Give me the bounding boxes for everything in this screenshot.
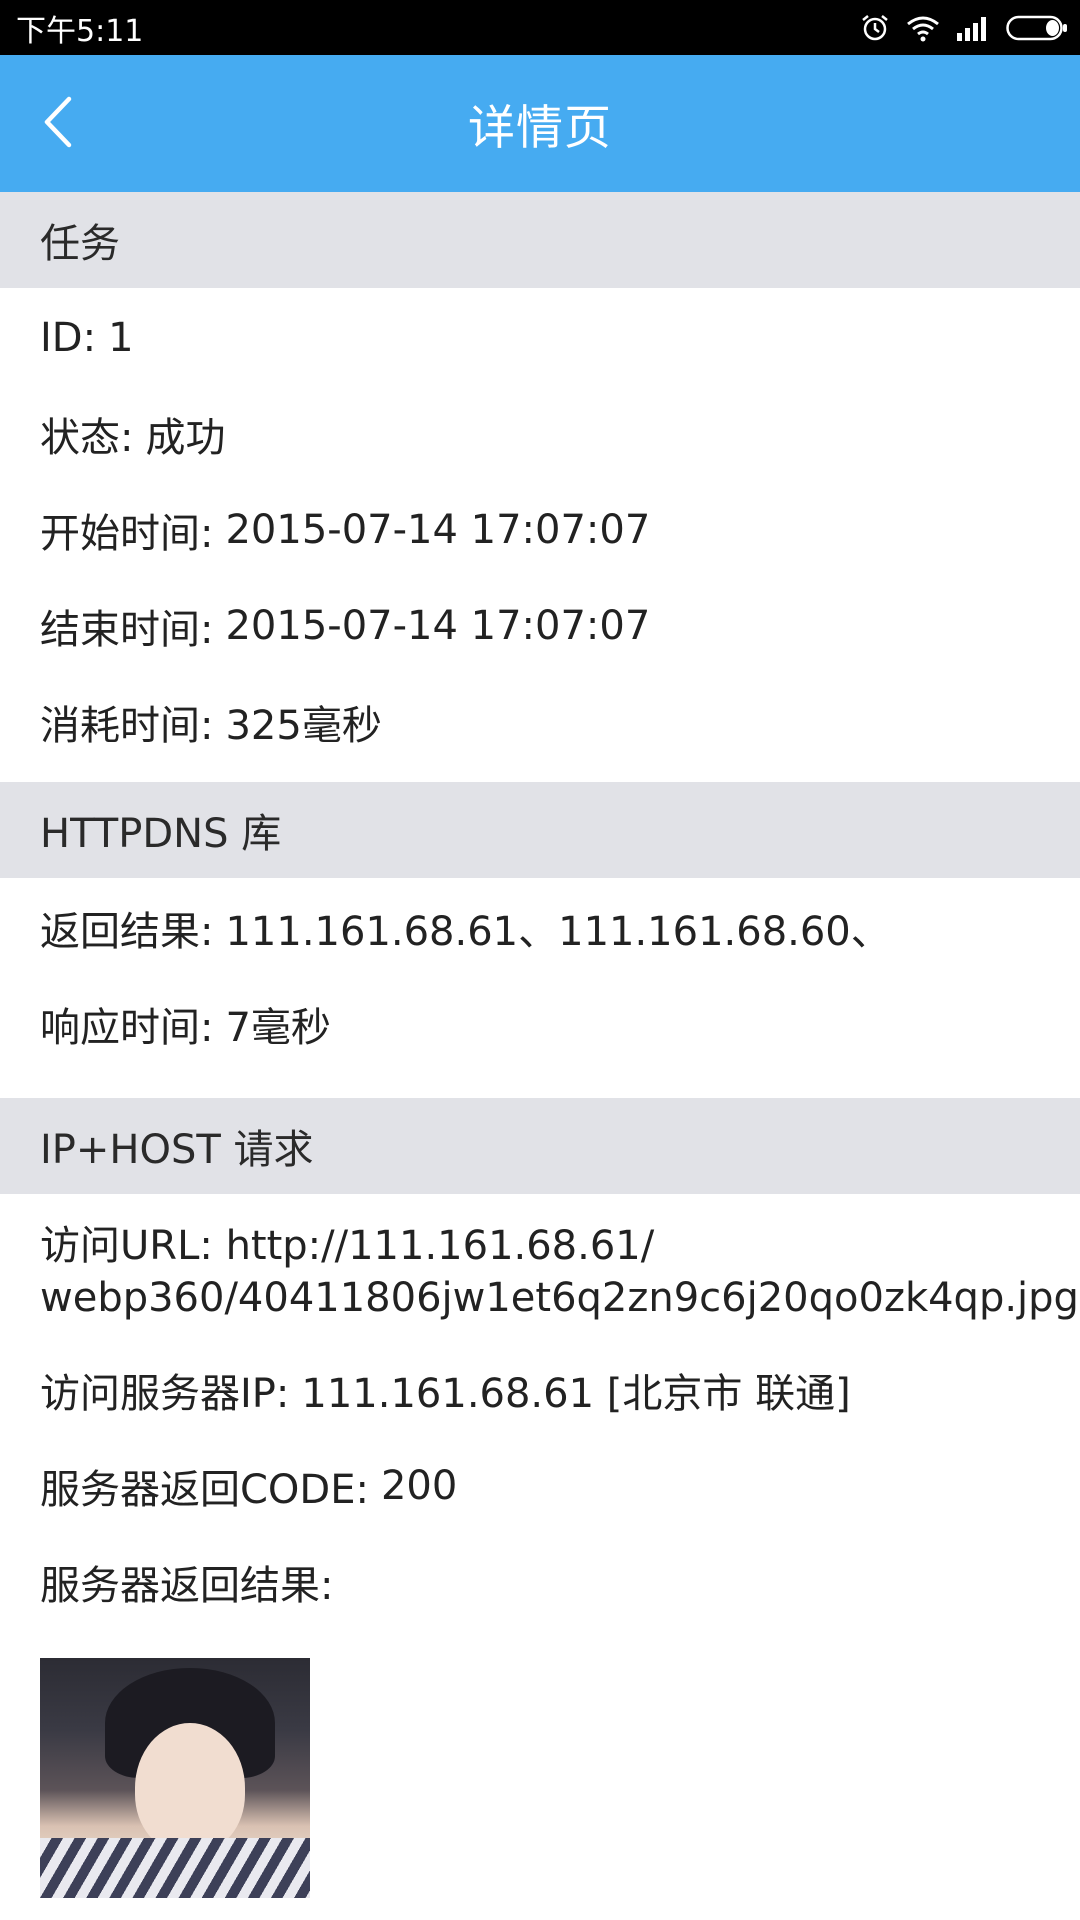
wifi-icon (906, 14, 940, 42)
iphost-code-row: 服务器返回CODE: 200 (40, 1438, 1080, 1534)
task-status-value: 成功 (145, 415, 226, 461)
task-elapsed-label: 消耗时间: (40, 703, 214, 749)
httpdns-response-label: 响应时间: (40, 1005, 214, 1051)
task-start-value: 2015-07-14 17:07:07 (225, 507, 651, 553)
task-status-label: 状态: (40, 415, 134, 461)
chevron-left-icon (41, 95, 75, 153)
task-id-value: 1 (108, 315, 134, 361)
task-start-label: 开始时间: (40, 511, 214, 557)
iphost-url-row: 访问URL: http://111.161.68.61/ webp360/404… (40, 1194, 1080, 1342)
app-bar: 详情页 (0, 55, 1080, 192)
iphost-code-label: 服务器返回CODE: (40, 1467, 369, 1513)
page-title: 详情页 (468, 101, 612, 156)
iphost-result-row: 服务器返回结果: (40, 1534, 1080, 1630)
httpdns-response-row: 响应时间: 7毫秒 (40, 976, 1080, 1072)
section-header-httpdns: HTTPDNS 库 (0, 782, 1080, 878)
signal-icon (956, 15, 990, 41)
task-id-row: ID: 1 (40, 290, 1080, 386)
task-end-row: 结束时间: 2015-07-14 17:07:07 (40, 578, 1080, 674)
status-bar: 下午5:11 (0, 0, 1080, 55)
iphost-url-value-line2: webp360/40411806jw1et6q2zn9c6j20qo0zk4qp… (40, 1275, 1079, 1321)
alarm-icon (860, 13, 890, 43)
task-status-row: 状态: 成功 (40, 386, 1080, 482)
iphost-result-label: 服务器返回结果: (40, 1563, 334, 1609)
battery-icon (1006, 14, 1068, 42)
httpdns-result-value: 111.161.68.61、111.161.68.60、 (225, 909, 891, 955)
iphost-url-value-line1: http://111.161.68.61/ (225, 1223, 655, 1269)
response-image (40, 1658, 310, 1898)
iphost-url-label: 访问URL: (40, 1223, 213, 1269)
iphost-server-ip-row: 访问服务器IP: 111.161.68.61 [北京市 联通] (40, 1342, 1080, 1438)
task-rows: ID: 1 状态: 成功 开始时间: 2015-07-14 17:07:07 结… (0, 288, 1080, 782)
section-header-iphost: IP+HOST 请求 (0, 1098, 1080, 1194)
iphost-code-value: 200 (380, 1463, 458, 1509)
task-id-label: ID: (40, 315, 97, 361)
task-end-label: 结束时间: (40, 607, 214, 653)
task-elapsed-value: 325毫秒 (225, 703, 382, 749)
task-end-value: 2015-07-14 17:07:07 (225, 603, 651, 649)
task-start-row: 开始时间: 2015-07-14 17:07:07 (40, 482, 1080, 578)
httpdns-result-label: 返回结果: (40, 909, 214, 955)
section-header-task: 任务 (0, 192, 1080, 288)
status-icons (860, 13, 1068, 43)
httpdns-response-value: 7毫秒 (225, 1005, 331, 1051)
back-button[interactable] (28, 84, 88, 164)
httpdns-rows: 返回结果: 111.161.68.61、111.161.68.60、 响应时间:… (0, 878, 1080, 1098)
status-time: 下午5:11 (16, 13, 144, 49)
task-elapsed-row: 消耗时间: 325毫秒 (40, 674, 1080, 770)
iphost-server-ip-label: 访问服务器IP: (40, 1371, 290, 1417)
iphost-server-ip-value: 111.161.68.61 [北京市 联通] (301, 1371, 851, 1417)
iphost-rows: 访问URL: http://111.161.68.61/ webp360/404… (0, 1194, 1080, 1630)
httpdns-result-row: 返回结果: 111.161.68.61、111.161.68.60、 (40, 880, 1080, 976)
